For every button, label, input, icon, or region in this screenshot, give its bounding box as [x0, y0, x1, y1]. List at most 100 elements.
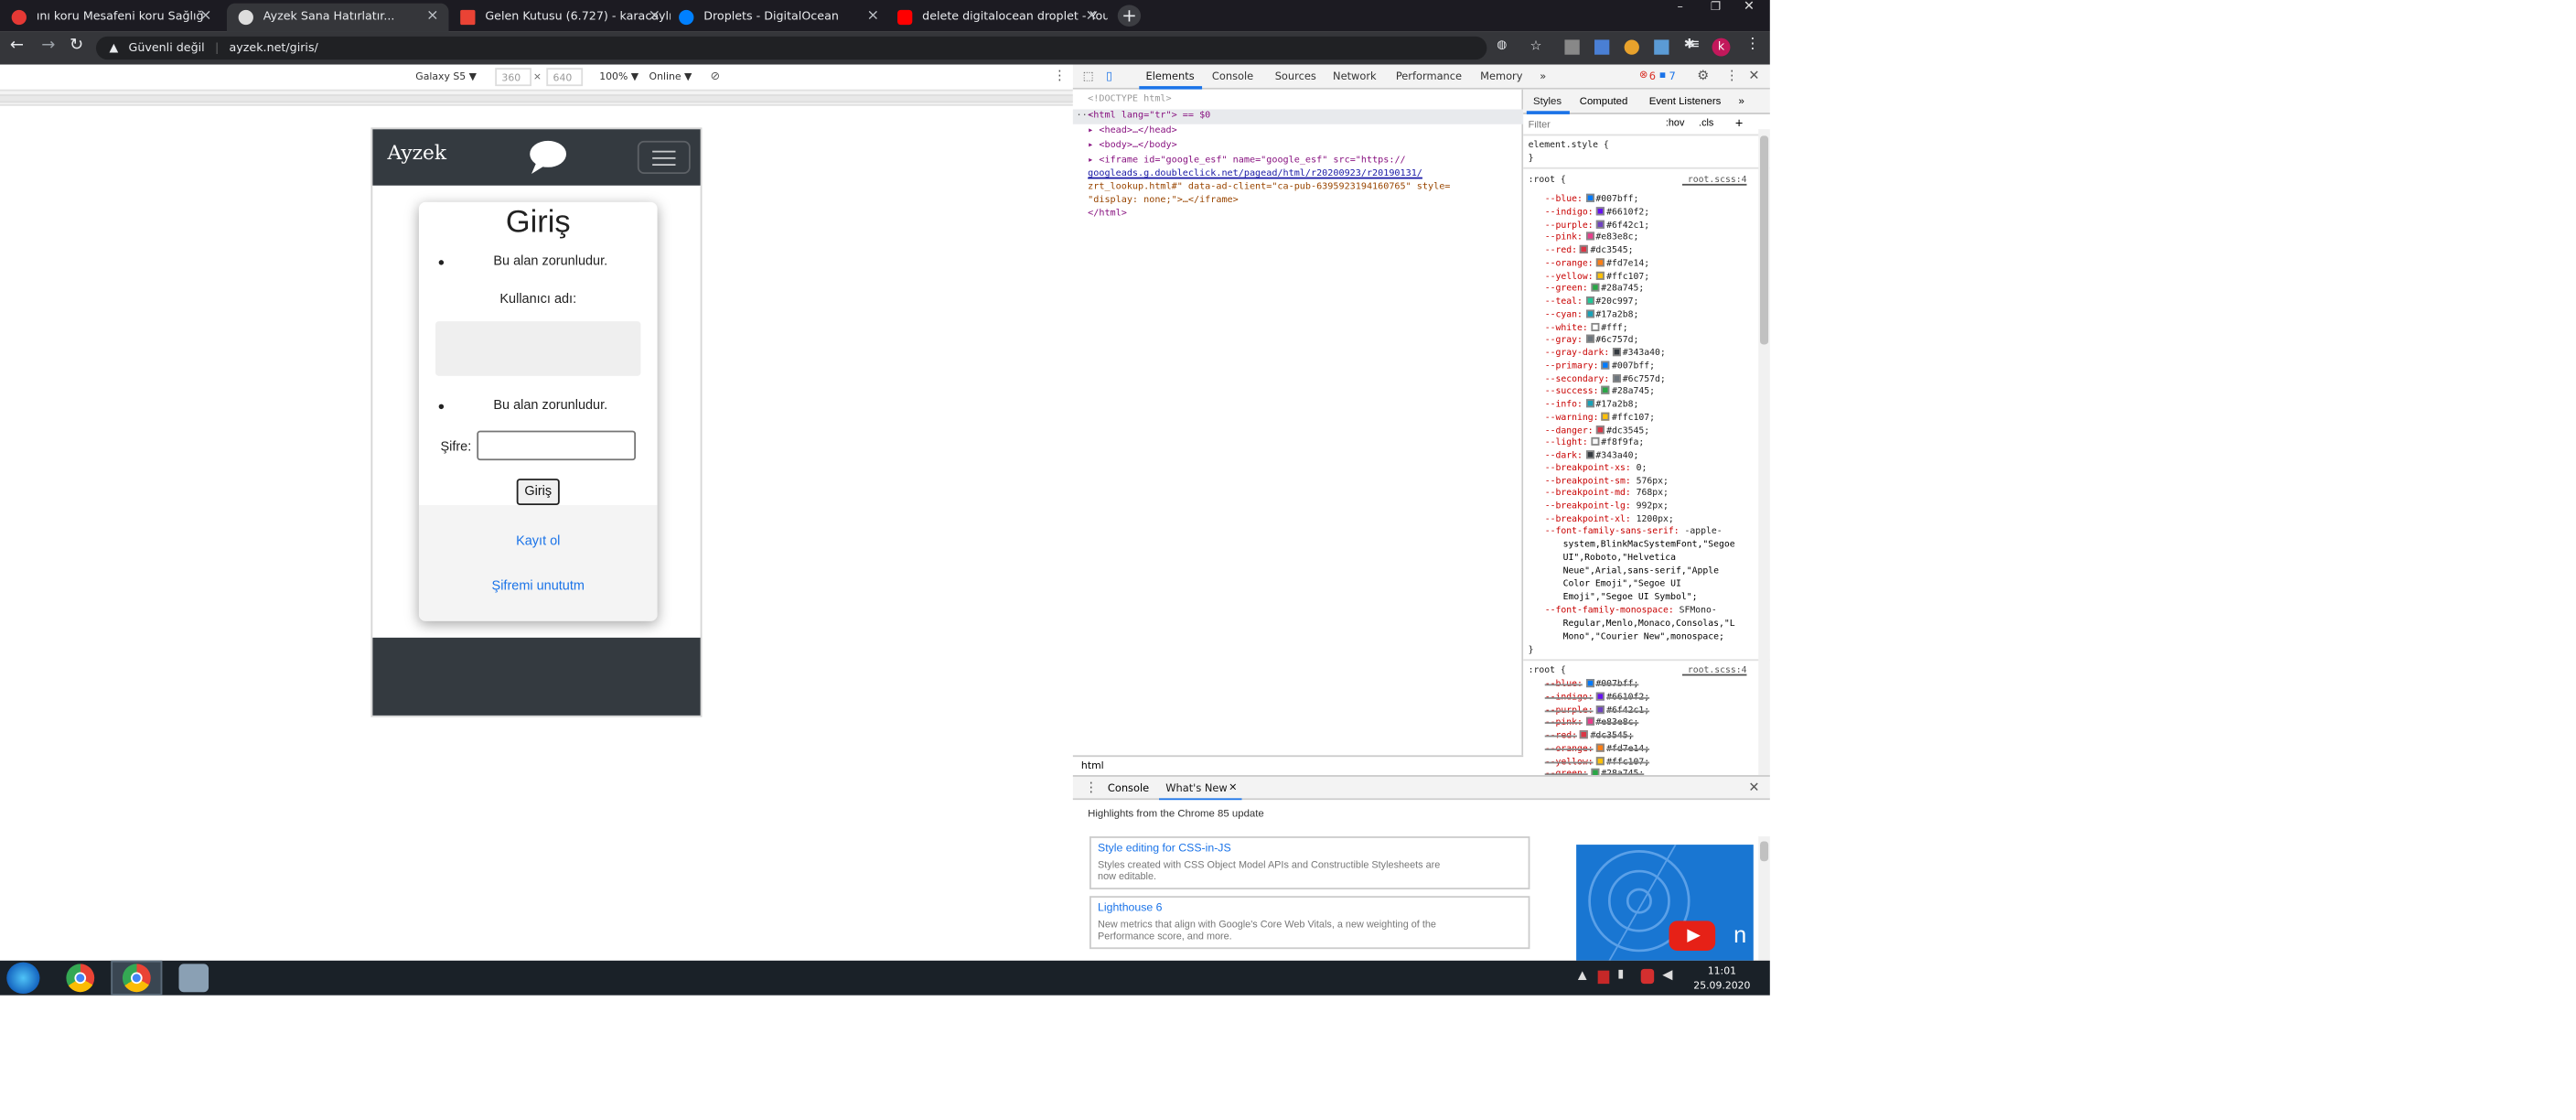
styles-filter-input[interactable]: [1528, 117, 1651, 135]
styles-scrollbar[interactable]: [1758, 129, 1770, 776]
css-variable-declaration[interactable]: --breakpoint-xs: 0;: [1545, 463, 1648, 473]
css-variable-declaration[interactable]: --cyan: #17a2b8;: [1545, 309, 1638, 320]
css-variable-declaration[interactable]: --yellow: #ffc107;: [1545, 270, 1649, 282]
message-count-icon[interactable]: ▪: [1659, 70, 1667, 81]
color-swatch[interactable]: [1596, 743, 1605, 752]
window-close-icon[interactable]: ✕: [1744, 0, 1755, 13]
news-title[interactable]: Lighthouse 6: [1098, 902, 1162, 914]
browser-tab[interactable]: Gelen Kutusu (6.727) - karacayln ×: [449, 4, 671, 32]
tab-close-icon[interactable]: ×: [199, 8, 212, 25]
device-menu-icon[interactable]: ⋮: [1053, 68, 1066, 82]
color-swatch[interactable]: [1591, 437, 1600, 447]
color-swatch[interactable]: [1596, 692, 1605, 701]
address-bar[interactable]: ▲ Güvenli değil | ayzek.net/giris/ ◍ ☆: [95, 36, 1541, 60]
tab-close-icon[interactable]: ×: [1085, 8, 1098, 25]
css-variable-declaration[interactable]: --info: #17a2b8;: [1545, 399, 1638, 410]
css-overridden-declaration[interactable]: --orange: #fd7e14;: [1545, 743, 1649, 754]
css-variable-declaration[interactable]: --indigo: #6610f2;: [1545, 206, 1649, 218]
more-tabs-icon[interactable]: »: [1739, 96, 1744, 108]
devtools-close-icon[interactable]: ✕: [1748, 68, 1759, 82]
youtube-play-icon[interactable]: [1669, 921, 1716, 951]
scrollbar-thumb[interactable]: [1760, 135, 1769, 345]
css-variable-declaration[interactable]: --dark: #343a40;: [1545, 450, 1638, 461]
css-variable-declaration[interactable]: --orange: #fd7e14;: [1545, 257, 1649, 269]
color-swatch[interactable]: [1596, 257, 1605, 266]
tab-memory[interactable]: Memory: [1480, 71, 1522, 83]
username-input[interactable]: [435, 321, 641, 376]
color-swatch[interactable]: [1585, 232, 1594, 241]
color-swatch[interactable]: [1591, 283, 1600, 293]
forgot-password-link[interactable]: Şifremi unututm: [419, 578, 658, 593]
dom-doctype[interactable]: <!DOCTYPE html>: [1088, 94, 1171, 104]
zoom-select[interactable]: 100% ▼: [599, 71, 639, 83]
back-icon[interactable]: ←: [10, 37, 24, 55]
tray-expand-icon[interactable]: ▲: [1578, 969, 1587, 982]
color-swatch[interactable]: [1596, 705, 1605, 714]
css-variable-declaration[interactable]: --breakpoint-sm: 576px;: [1545, 476, 1669, 486]
color-swatch[interactable]: [1596, 270, 1605, 279]
dom-body-node[interactable]: ▸ <body>…</body>: [1088, 141, 1177, 151]
chrome-taskbar-active[interactable]: [111, 960, 163, 996]
dom-iframe-node[interactable]: ▸ <iframe id="google_esf" name="google_e…: [1088, 156, 1405, 166]
tab-close-icon[interactable]: ×: [649, 8, 661, 25]
color-swatch[interactable]: [1602, 412, 1611, 421]
drawer-close-icon[interactable]: ✕: [1748, 781, 1759, 795]
css-variable-declaration[interactable]: --breakpoint-lg: 992px;: [1545, 501, 1669, 512]
css-variable-declaration[interactable]: --breakpoint-md: 768px;: [1545, 489, 1669, 499]
password-input[interactable]: [477, 430, 637, 461]
color-swatch[interactable]: [1585, 335, 1594, 344]
throttling-select[interactable]: Online ▼: [649, 71, 692, 83]
css-variable-declaration[interactable]: --teal: #20c997;: [1545, 296, 1638, 307]
root-source-link[interactable]: _root.scss:4: [1682, 176, 1747, 186]
navbar-toggler-icon[interactable]: [637, 140, 691, 175]
color-swatch[interactable]: [1602, 386, 1611, 395]
tray-flag-icon[interactable]: [1597, 970, 1610, 985]
tab-styles[interactable]: Styles: [1533, 96, 1562, 108]
reload-icon[interactable]: ↻: [70, 37, 83, 55]
tray-app-icon[interactable]: [1640, 968, 1655, 985]
taskbar-time[interactable]: 11:01: [1689, 965, 1755, 977]
css-variable-declaration[interactable]: --danger: #dc3545;: [1545, 425, 1649, 436]
news-title[interactable]: Style editing for CSS-in-JS: [1098, 843, 1231, 855]
drawer-tab-close-icon[interactable]: ×: [1229, 781, 1238, 793]
extension-icon[interactable]: [1594, 39, 1610, 55]
restore-icon[interactable]: ❐: [1711, 0, 1721, 13]
color-swatch[interactable]: [1585, 450, 1594, 459]
extension-icon[interactable]: [1564, 39, 1580, 55]
start-button-icon[interactable]: [6, 962, 40, 994]
color-swatch[interactable]: [1585, 193, 1594, 202]
tab-computed[interactable]: Computed: [1580, 96, 1628, 108]
dom-head-node[interactable]: ▸ <head>…</head>: [1088, 126, 1177, 136]
color-swatch[interactable]: [1580, 730, 1589, 739]
browser-tab-active[interactable]: Ayzek Sana Hatırlatır... ×: [226, 3, 449, 32]
tab-performance[interactable]: Performance: [1396, 71, 1462, 83]
css-font-mono-line[interactable]: --font-family-monospace: SFMono-: [1545, 606, 1717, 616]
color-swatch[interactable]: [1612, 348, 1621, 357]
profile-avatar[interactable]: k: [1712, 38, 1731, 57]
tray-network-icon[interactable]: ▮: [1617, 967, 1624, 980]
element-style-rule[interactable]: element.style {: [1529, 141, 1609, 151]
css-font-sans-line[interactable]: --font-family-sans-serif: -apple-: [1545, 527, 1723, 537]
device-height-input[interactable]: 640: [546, 68, 584, 87]
device-width-input[interactable]: 360: [495, 68, 532, 87]
css-variable-declaration[interactable]: --pink: #e83e8c;: [1545, 232, 1638, 243]
dom-iframe-src[interactable]: googleads.g.doubleclick.net/pagead/html/…: [1088, 169, 1422, 179]
breadcrumb-item[interactable]: html: [1081, 760, 1104, 772]
css-overridden-declaration[interactable]: --purple: #6f42c1;: [1545, 705, 1649, 716]
css-overridden-declaration[interactable]: --indigo: #6610f2;: [1545, 692, 1649, 703]
css-overridden-declaration[interactable]: --yellow: #ffc107;: [1545, 756, 1649, 767]
rotate-icon[interactable]: ⊘: [710, 70, 720, 82]
browser-tab[interactable]: delete digitalocean droplet - You ×: [886, 4, 1108, 32]
forward-icon[interactable]: →: [41, 37, 55, 55]
extension-icon[interactable]: [1654, 39, 1669, 55]
login-submit-button[interactable]: Giriş: [516, 479, 560, 506]
browser-menu-icon[interactable]: ⋮: [1745, 37, 1760, 53]
css-variable-declaration[interactable]: --gray: #6c757d;: [1545, 335, 1638, 346]
navbar-brand[interactable]: Ayzek: [388, 141, 447, 164]
color-swatch[interactable]: [1585, 717, 1594, 727]
root-source-link[interactable]: _root.scss:4: [1682, 666, 1747, 676]
video-thumbnail[interactable]: n: [1576, 845, 1754, 961]
minimize-icon[interactable]: –: [1678, 0, 1683, 13]
css-overridden-declaration[interactable]: --pink: #e83e8c;: [1545, 717, 1638, 728]
css-overridden-declaration[interactable]: --blue: #007bff;: [1545, 679, 1638, 690]
